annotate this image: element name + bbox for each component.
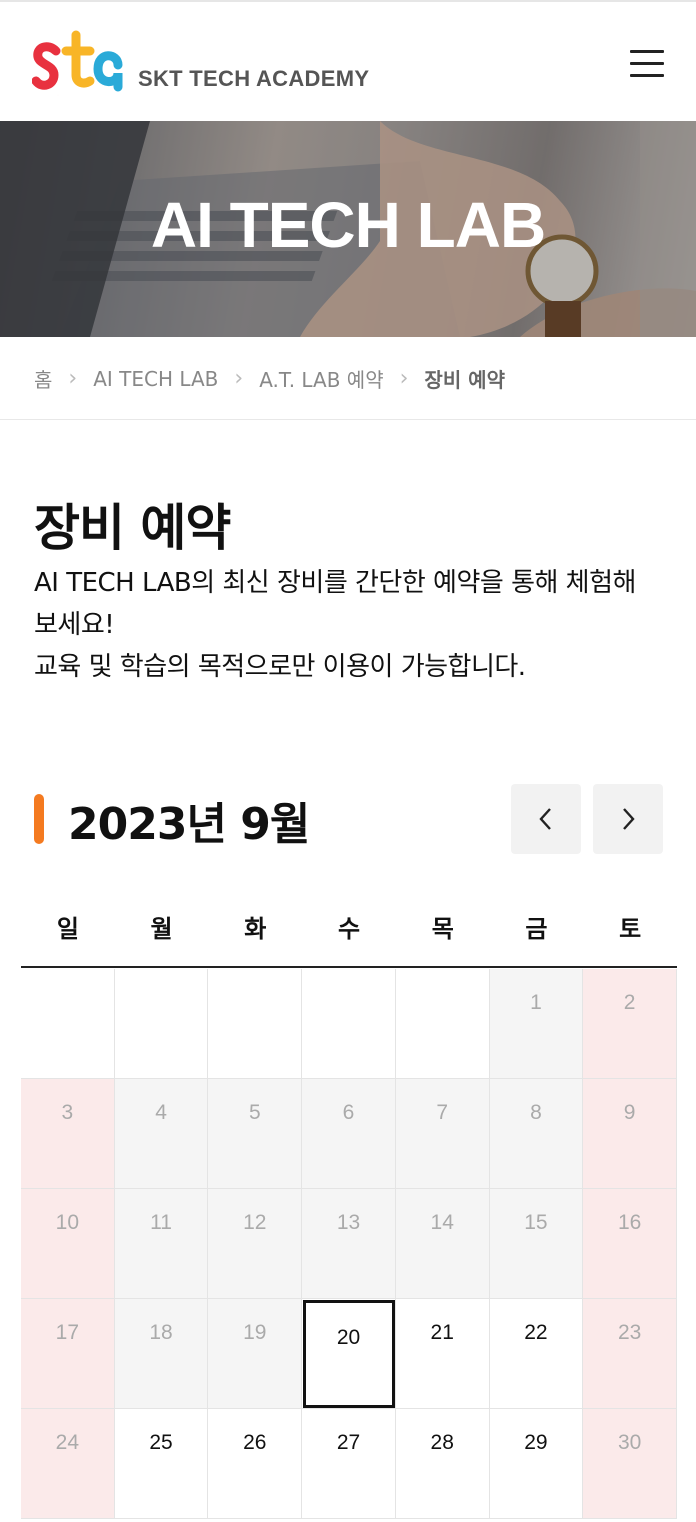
calendar-day-cell: 13 — [302, 1189, 396, 1299]
calendar-empty-cell — [114, 969, 209, 1079]
calendar-day-cell: 6 — [302, 1079, 396, 1189]
weekday-tue: 화 — [244, 915, 267, 943]
calendar-day-cell: 10 — [21, 1189, 115, 1299]
calendar-day-cell: 14 — [395, 1189, 490, 1299]
calendar-day-cell[interactable]: 22 — [489, 1299, 584, 1409]
breadcrumb-current: 장비 예약 — [424, 368, 505, 392]
calendar-day-cell[interactable]: 28 — [395, 1409, 490, 1519]
calendar-day-cell: 7 — [395, 1079, 490, 1189]
site-header: SKT TECH ACADEMY — [0, 0, 696, 120]
calendar-day-cell: 23 — [583, 1299, 677, 1409]
chevron-left-icon — [539, 808, 551, 830]
calendar-day-cell: 8 — [489, 1079, 584, 1189]
weekday-mon: 월 — [150, 915, 173, 943]
chevron-right-icon — [623, 808, 635, 830]
calendar-day-cell: 30 — [583, 1409, 677, 1519]
calendar-empty-cell — [21, 969, 115, 1079]
calendar-day-cell[interactable]: 25 — [114, 1409, 209, 1519]
calendar-empty-cell — [208, 969, 303, 1079]
breadcrumb-home[interactable]: 홈 — [34, 364, 52, 393]
chevron-right-icon: › — [68, 366, 78, 391]
calendar-day-cell: 18 — [114, 1299, 209, 1409]
weekday-fri: 금 — [525, 915, 548, 943]
chevron-right-icon: › — [399, 366, 409, 391]
calendar-day-cell: 24 — [21, 1409, 115, 1519]
logo-text: SKT TECH ACADEMY — [138, 66, 370, 91]
weekday-wed: 수 — [337, 915, 361, 943]
calendar-empty-cell — [395, 969, 490, 1079]
weekday-sat: 토 — [619, 915, 642, 943]
calendar-day-cell: 2 — [583, 969, 677, 1079]
calendar-day-cell: 1 — [489, 969, 584, 1079]
breadcrumb: 홈 › AI TECH LAB › A.T. LAB 예약 › 장비 예약 — [0, 338, 696, 420]
calendar-day-cell: 17 — [21, 1299, 115, 1409]
description-line: 교육 및 학습의 목적으로만 이용이 가능합니다. — [34, 652, 526, 682]
calendar-day-cell: 16 — [583, 1189, 677, 1299]
calendar-day-cell[interactable]: 29 — [489, 1409, 584, 1519]
page-title: 장비 예약 — [34, 499, 231, 557]
breadcrumb-ai-tech-lab[interactable]: AI TECH LAB — [93, 367, 218, 391]
calendar-day-cell: 15 — [489, 1189, 584, 1299]
calendar-day-cell[interactable]: 21 — [395, 1299, 490, 1409]
calendar-day-cell[interactable]: 20 — [302, 1299, 396, 1409]
calendar-day-cell: 12 — [208, 1189, 303, 1299]
hamburger-menu-icon[interactable] — [626, 48, 666, 80]
next-month-button[interactable] — [593, 784, 663, 854]
calendar-grid: 1 2 3 4 5 6 7 8 9 10 11 12 13 14 15 16 17 18 19 20 21 22 23 24 2… — [21, 969, 677, 1519]
weekday-thu: 목 — [431, 915, 454, 943]
hero-title: AI TECH LAB — [150, 189, 546, 261]
prev-month-button[interactable] — [511, 784, 581, 854]
calendar-day-cell: 11 — [114, 1189, 209, 1299]
calendar-day-cell: 4 — [114, 1079, 209, 1189]
calendar-day-cell: 19 — [208, 1299, 303, 1409]
weekday-sun: 일 — [56, 915, 79, 943]
calendar-accent-bar — [34, 794, 44, 844]
breadcrumb-lab-reservation[interactable]: A.T. LAB 예약 — [259, 364, 383, 393]
site-logo[interactable]: SKT TECH ACADEMY — [32, 28, 369, 102]
chevron-right-icon: › — [234, 366, 244, 391]
sta-logo-icon — [32, 30, 123, 96]
calendar-month-title: 2023년 9월 — [68, 799, 310, 850]
calendar-empty-cell — [302, 969, 396, 1079]
calendar-day-cell: 3 — [21, 1079, 115, 1189]
description-line: AI TECH LAB의 최신 장비를 간단한 예약을 통해 체험해 보세요! — [34, 568, 636, 640]
page-description: AI TECH LAB의 최신 장비를 간단한 예약을 통해 체험해 보세요! … — [34, 562, 664, 688]
calendar-day-cell[interactable]: 26 — [208, 1409, 303, 1519]
calendar-weekday-header: 일 월 화 수 목 금 토 — [21, 894, 677, 968]
calendar-day-cell: 5 — [208, 1079, 303, 1189]
calendar-day-cell: 9 — [583, 1079, 677, 1189]
calendar-day-cell[interactable]: 27 — [302, 1409, 396, 1519]
